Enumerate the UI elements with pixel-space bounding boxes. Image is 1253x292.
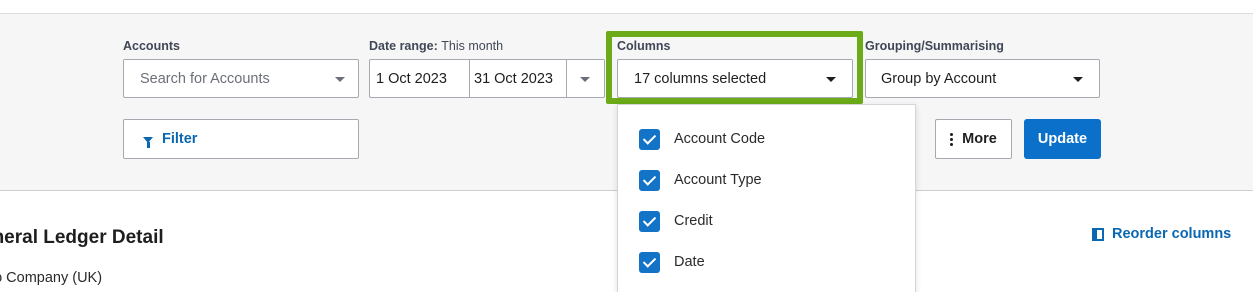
column-option-label: Account Code <box>674 131 766 147</box>
columns-select[interactable]: 17 columns selected <box>617 59 853 98</box>
filter-button-label: Filter <box>162 131 198 147</box>
grouping-select[interactable]: Group by Account <box>865 59 1100 98</box>
column-option-label: Account Type <box>674 172 762 188</box>
accounts-label: Accounts <box>123 39 180 53</box>
checkbox-checked-icon[interactable] <box>639 210 660 232</box>
columns-icon <box>1092 227 1104 241</box>
checkbox-checked-icon[interactable] <box>639 128 660 150</box>
accounts-placeholder: Search for Accounts <box>140 70 270 87</box>
checkbox-checked-icon[interactable] <box>639 169 660 191</box>
chevron-down-icon <box>335 77 345 82</box>
columns-select-value: 17 columns selected <box>634 70 767 87</box>
chevron-down-icon <box>580 77 590 82</box>
accounts-search-input[interactable]: Search for Accounts <box>123 59 359 98</box>
reorder-columns-link[interactable]: Reorder columns <box>1092 226 1231 242</box>
column-option-label: Date <box>674 254 705 270</box>
column-option-label: Credit <box>674 213 713 229</box>
date-range-picker: 1 Oct 2023 31 Oct 2023 <box>369 59 605 98</box>
organisation-name: no Company (UK) <box>0 270 103 286</box>
update-button[interactable]: Update <box>1024 119 1101 159</box>
grouping-label: Grouping/Summarising <box>865 39 1004 53</box>
columns-dropdown-menu: Account Code Account Type Credit Date <box>617 104 916 292</box>
columns-label: Columns <box>617 39 671 53</box>
column-option-account-code[interactable]: Account Code <box>639 128 765 150</box>
report-title: eneral Ledger Detail <box>0 227 164 248</box>
filter-icon <box>143 136 153 148</box>
more-button[interactable]: More <box>935 119 1012 159</box>
date-to-input[interactable]: 31 Oct 2023 <box>470 60 567 97</box>
more-vertical-icon <box>950 132 954 146</box>
column-option-account-type[interactable]: Account Type <box>639 169 762 191</box>
date-from-input[interactable]: 1 Oct 2023 <box>370 60 470 97</box>
checkbox-checked-icon[interactable] <box>639 251 660 273</box>
date-range-label-text: Date range: <box>369 39 438 53</box>
date-range-sub-label: This month <box>441 39 504 53</box>
filter-button[interactable]: Filter <box>123 119 359 159</box>
chevron-down-icon <box>826 77 836 82</box>
chevron-down-icon <box>1073 77 1083 82</box>
more-button-label: More <box>962 131 997 147</box>
column-option-credit[interactable]: Credit <box>639 210 713 232</box>
grouping-select-value: Group by Account <box>881 70 997 87</box>
date-range-dropdown-button[interactable] <box>567 60 604 97</box>
column-option-date[interactable]: Date <box>639 251 705 273</box>
reorder-columns-label: Reorder columns <box>1112 226 1232 242</box>
date-range-label: Date range: This month <box>369 39 503 53</box>
